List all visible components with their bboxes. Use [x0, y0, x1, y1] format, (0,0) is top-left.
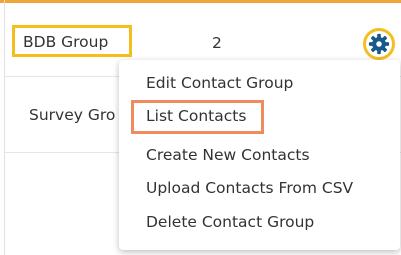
menu-item-create-new-contacts[interactable]: Create New Contacts: [146, 146, 310, 164]
menu-item-list-contacts[interactable]: List Contacts: [146, 107, 246, 125]
menu-item-upload-contacts-csv[interactable]: Upload Contacts From CSV: [146, 179, 353, 197]
gear-icon: [368, 33, 390, 55]
contact-count: 2: [212, 34, 222, 52]
settings-button[interactable]: [363, 28, 395, 60]
menu-item-edit-contact-group[interactable]: Edit Contact Group: [146, 74, 293, 92]
menu-item-delete-contact-group[interactable]: Delete Contact Group: [146, 213, 314, 231]
group-name-label: BDB Group: [23, 33, 109, 51]
group-name-label: Survey Gro: [29, 106, 116, 124]
group-actions-menu: Edit Contact Group List Contacts Create …: [119, 60, 400, 250]
top-accent-border: [0, 0, 401, 3]
group-name-cell[interactable]: BDB Group: [12, 25, 132, 57]
